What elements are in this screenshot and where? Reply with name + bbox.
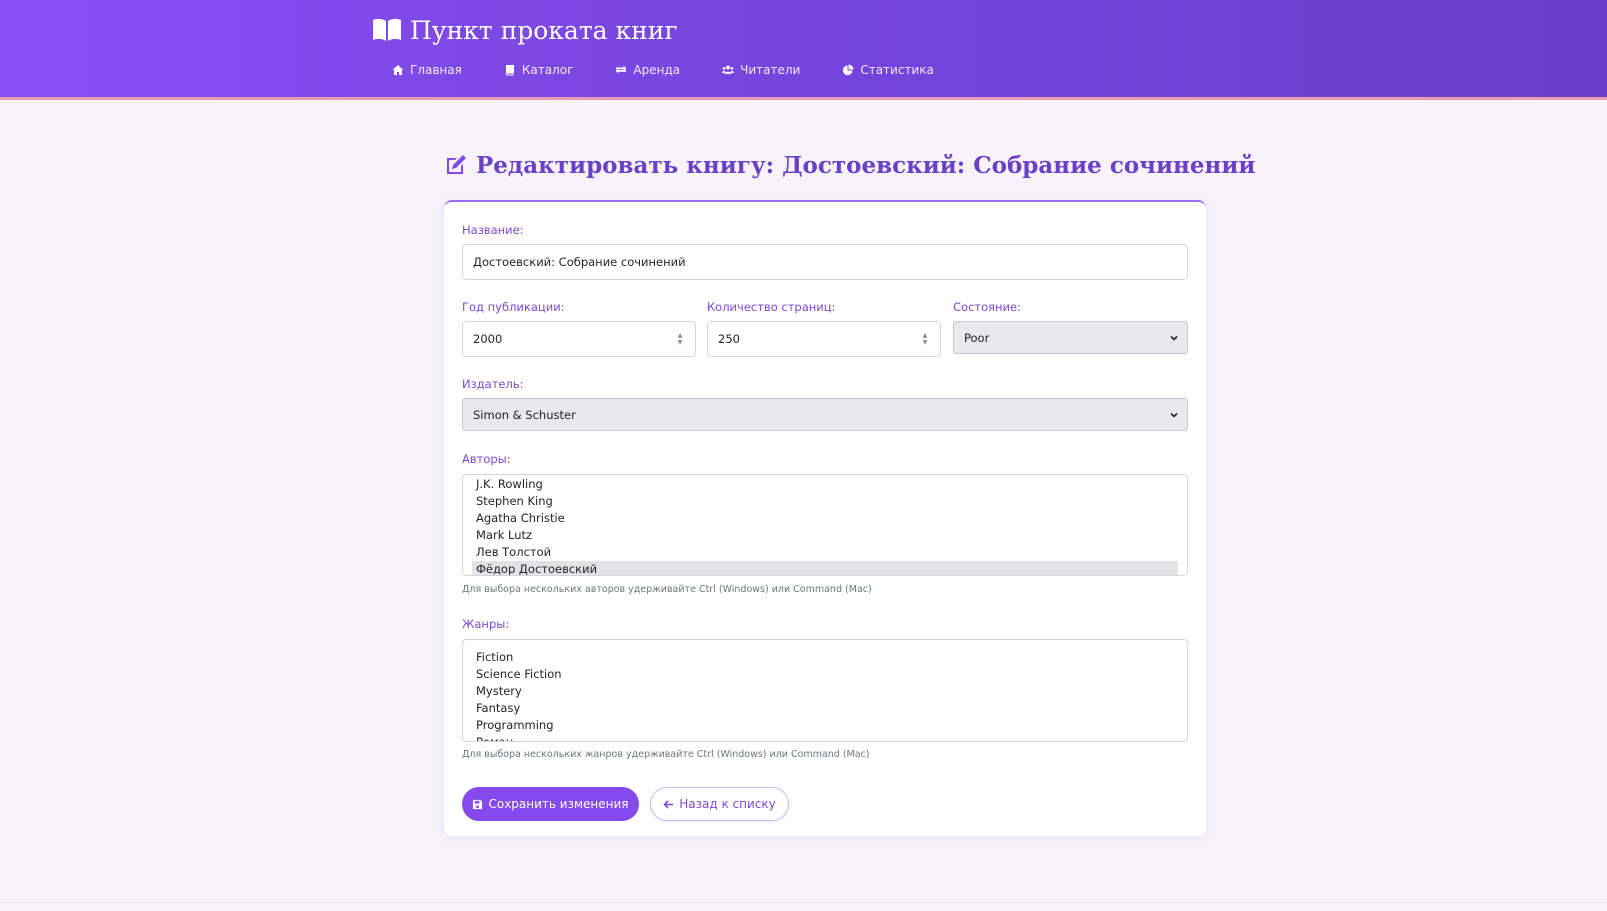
page-title-text: Редактировать книгу: Достоевский: Собран…	[476, 151, 1256, 179]
authors-label: Авторы:	[462, 452, 511, 466]
nav-item-label: Статистика	[860, 63, 934, 77]
nav-item-home[interactable]: Главная	[380, 58, 474, 82]
spinner-up-icon: ▲	[922, 331, 928, 339]
arrow-left-icon	[663, 799, 674, 809]
publisher-select[interactable]: Simon & Schuster	[462, 398, 1188, 431]
genre-option[interactable]: Роман	[472, 734, 1178, 741]
nav-item-label: Читатели	[740, 63, 801, 77]
author-option[interactable]: Лев Толстой	[472, 544, 1178, 561]
nav-item-statistics[interactable]: Статистика	[830, 58, 946, 82]
nav-item-rental[interactable]: Аренда	[603, 58, 692, 82]
nav-item-label: Аренда	[633, 63, 681, 77]
publisher-label: Издатель:	[462, 377, 524, 391]
genres-listbox[interactable]: Fiction Science Fiction Mystery Fantasy …	[462, 639, 1188, 742]
genres-label: Жанры:	[462, 617, 510, 631]
brand-title: Пункт проката книг	[410, 15, 678, 45]
spinner-down-icon: ▼	[922, 338, 928, 346]
pages-spinner[interactable]: ▲ ▼	[920, 332, 930, 346]
book-icon	[505, 65, 514, 76]
chevron-down-icon	[1170, 335, 1178, 341]
authors-help-text: Для выбора нескольких авторов удерживайт…	[462, 584, 872, 595]
author-option[interactable]: J.K. Rowling	[472, 476, 1178, 493]
nav-item-readers[interactable]: Читатели	[710, 58, 812, 82]
pages-label: Количество страниц:	[707, 300, 836, 314]
save-icon	[473, 799, 483, 809]
year-label: Год публикации:	[462, 300, 565, 314]
chevron-down-icon	[1170, 412, 1178, 418]
footer-divider	[0, 902, 1607, 903]
top-navbar: Пункт проката книг Главная Каталог Аренд…	[0, 0, 1607, 100]
exchange-icon	[615, 65, 627, 74]
spinner-up-icon: ▲	[677, 331, 683, 339]
title-label: Название:	[462, 223, 524, 237]
condition-select-value: Poor	[964, 330, 990, 345]
genre-option[interactable]: Science Fiction	[472, 666, 1178, 683]
page-title: Редактировать книгу: Достоевский: Собран…	[444, 148, 1255, 182]
nav-item-catalog[interactable]: Каталог	[492, 58, 586, 82]
back-button-label: Назад к списку	[679, 797, 776, 811]
save-button[interactable]: Сохранить изменения	[462, 787, 639, 821]
genre-option[interactable]: Fantasy	[472, 700, 1178, 717]
genre-option[interactable]: Fiction	[472, 649, 1178, 666]
genre-option[interactable]: Programming	[472, 717, 1178, 734]
pages-input-value: 250	[718, 332, 740, 346]
users-icon	[722, 65, 735, 74]
author-option[interactable]: Stephen King	[472, 493, 1178, 510]
pages-input[interactable]: 250 ▲ ▼	[707, 321, 941, 357]
back-to-list-button[interactable]: Назад к списку	[650, 787, 789, 821]
authors-listbox[interactable]: J.K. Rowling Stephen King Agatha Christi…	[462, 474, 1188, 576]
author-option[interactable]: Mark Lutz	[472, 527, 1178, 544]
edit-icon	[447, 155, 466, 174]
condition-label: Состояние:	[953, 300, 1021, 314]
publisher-select-value: Simon & Schuster	[473, 407, 576, 422]
spinner-down-icon: ▼	[677, 338, 683, 346]
pie-chart-icon	[843, 64, 854, 76]
open-book-icon	[373, 18, 401, 41]
nav-item-label: Главная	[410, 63, 462, 77]
edit-book-form: Название: Достоевский: Собрание сочинени…	[444, 200, 1206, 836]
genres-help-text: Для выбора нескольких жанров удерживайте…	[462, 749, 870, 760]
save-button-label: Сохранить изменения	[488, 797, 629, 811]
year-input[interactable]: 2000 ▲ ▼	[462, 321, 696, 357]
home-icon	[392, 65, 404, 75]
author-option-selected[interactable]: Фёдор Достоевский	[472, 561, 1178, 575]
condition-select[interactable]: Poor	[953, 321, 1188, 354]
main-nav: Главная Каталог Аренда Читатели Статисти…	[380, 58, 964, 82]
nav-item-label: Каталог	[521, 63, 574, 77]
title-input-value: Достоевский: Собрание сочинений	[473, 255, 686, 269]
genre-option[interactable]: Mystery	[472, 683, 1178, 700]
author-option[interactable]: Agatha Christie	[472, 510, 1178, 527]
title-input[interactable]: Достоевский: Собрание сочинений	[462, 244, 1188, 280]
year-input-value: 2000	[473, 332, 503, 346]
year-spinner[interactable]: ▲ ▼	[675, 332, 685, 346]
brand-link[interactable]: Пункт проката книг	[372, 12, 678, 48]
